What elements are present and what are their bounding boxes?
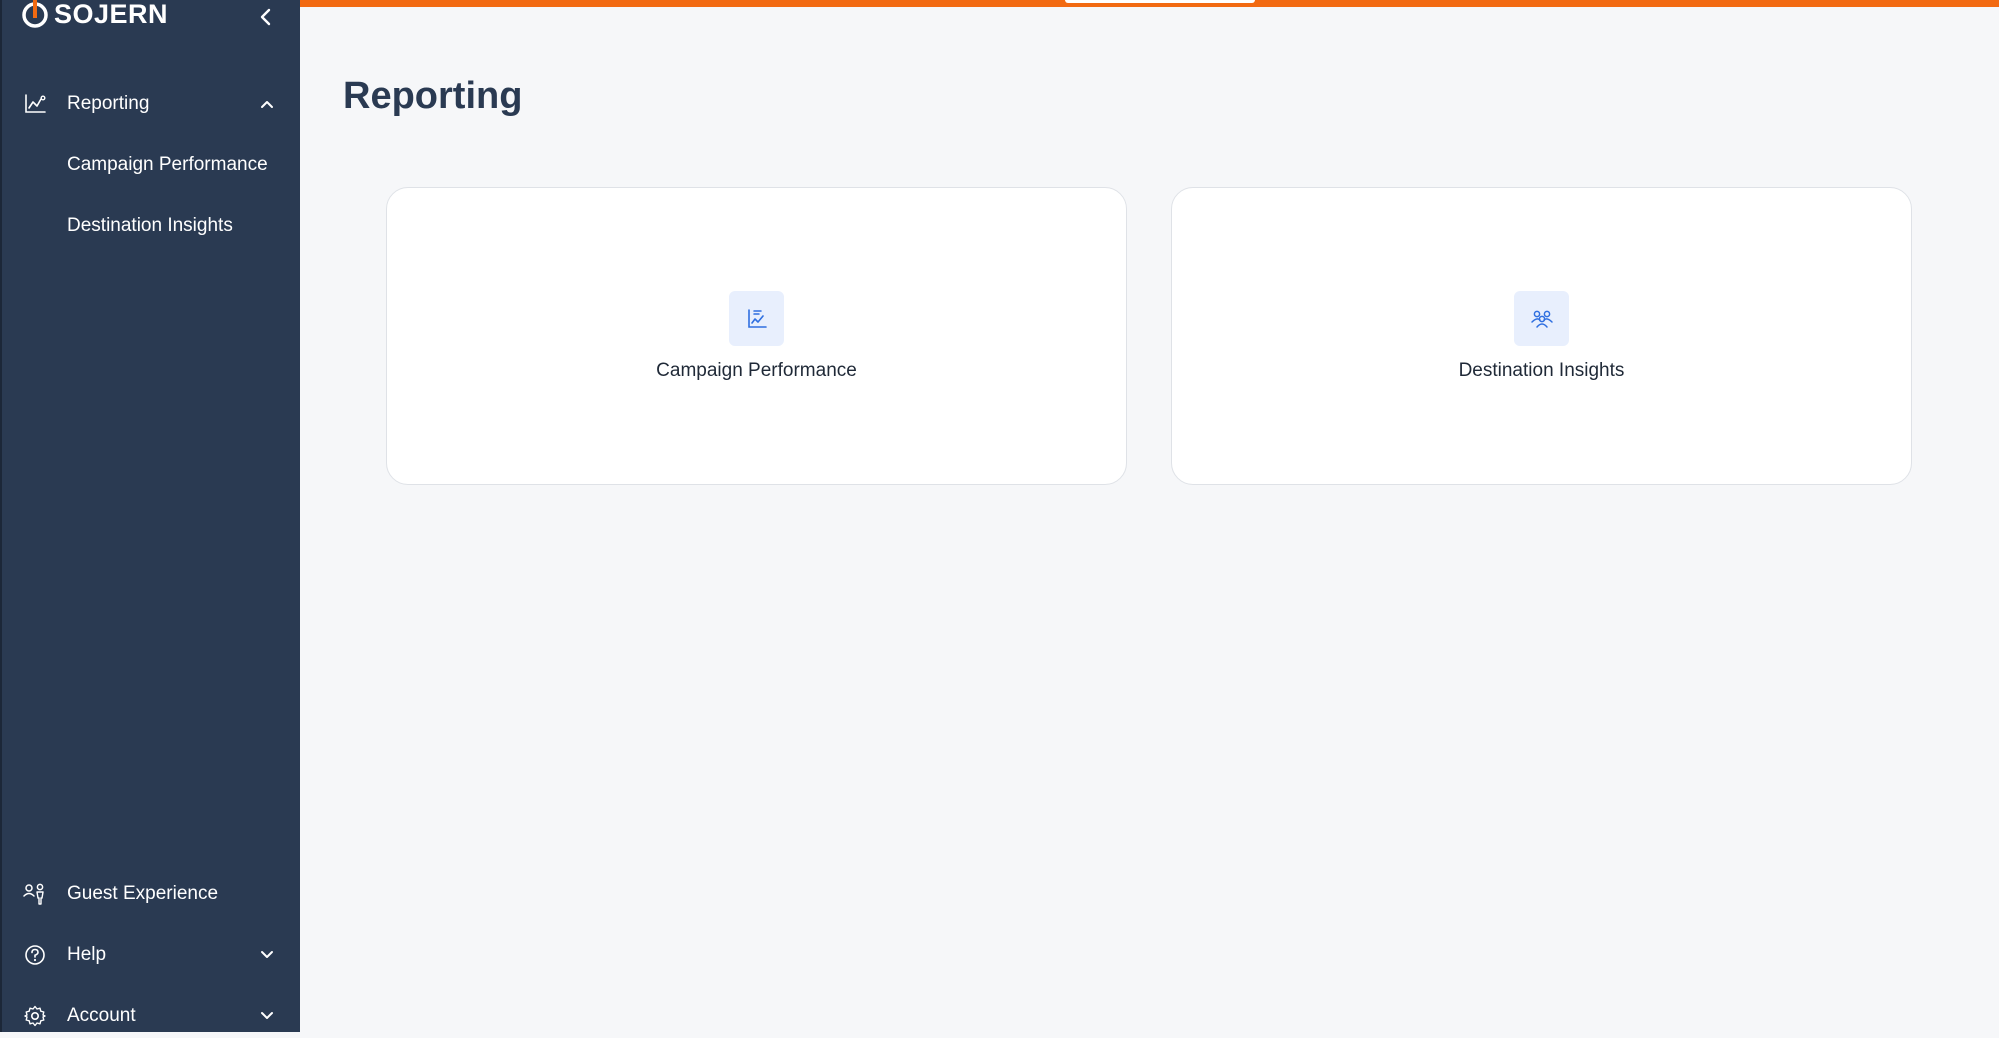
- sidebar-item-help[interactable]: Help: [2, 933, 300, 977]
- sidebar-item-label: Guest Experience: [67, 883, 219, 904]
- sojern-logo[interactable]: SOJERN: [20, 0, 168, 32]
- sidebar-item-label: Reporting: [67, 93, 150, 114]
- card-label: Destination Insights: [1458, 360, 1625, 381]
- chevron-down-icon: [257, 945, 277, 965]
- card-campaign-performance[interactable]: Campaign Performance: [386, 187, 1127, 485]
- sidebar-subitem-label: Campaign Performance: [67, 154, 268, 175]
- guest-experience-icon: [23, 882, 47, 906]
- page-title: Reporting: [343, 75, 523, 117]
- chevron-down-icon: [257, 1006, 277, 1026]
- sidebar-subitem-label: Destination Insights: [67, 215, 233, 236]
- sidebar-item-reporting[interactable]: Reporting: [2, 82, 300, 126]
- chevron-left-icon: [260, 8, 271, 26]
- collapse-sidebar-button[interactable]: [254, 4, 278, 30]
- campaign-chart-icon: [729, 291, 784, 346]
- sojern-logo-icon: [22, 0, 48, 28]
- brand-name: SOJERN: [54, 0, 169, 29]
- sidebar: SOJERN Reporting Campaign Performance De…: [0, 0, 300, 1032]
- card-label: Campaign Performance: [656, 360, 857, 381]
- sidebar-subitem-destination-insights[interactable]: Destination Insights: [2, 204, 300, 248]
- gear-icon: [23, 1004, 47, 1028]
- top-accent-bar: [300, 0, 1999, 7]
- sidebar-item-label: Help: [67, 944, 107, 965]
- sidebar-item-guest-experience[interactable]: Guest Experience: [2, 872, 300, 916]
- main-content: Reporting Campaign Performance Destinati…: [300, 7, 1999, 1032]
- people-group-icon: [1514, 291, 1569, 346]
- card-destination-insights[interactable]: Destination Insights: [1171, 187, 1912, 485]
- sidebar-item-account[interactable]: Account: [2, 994, 300, 1038]
- chevron-up-icon: [257, 94, 277, 114]
- top-bar-banner-button[interactable]: [1065, 0, 1255, 3]
- line-chart-icon: [23, 92, 47, 116]
- sidebar-subitem-campaign-performance[interactable]: Campaign Performance: [2, 143, 300, 187]
- help-circle-icon: [23, 943, 47, 967]
- sidebar-item-label: Account: [67, 1005, 136, 1026]
